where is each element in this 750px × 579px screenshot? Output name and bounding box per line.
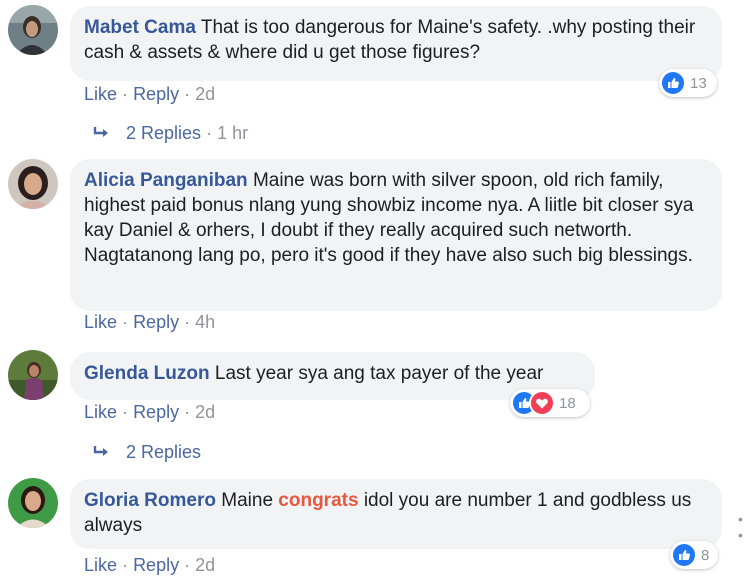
separator: ·: [184, 84, 191, 104]
view-replies-link[interactable]: 2 Replies · 1 hr: [92, 123, 248, 145]
thumbs-up-icon: [673, 544, 695, 566]
reply-link[interactable]: Reply: [133, 555, 179, 575]
avatar[interactable]: [8, 350, 58, 400]
reaction-summary[interactable]: 8: [670, 541, 718, 569]
comment-text: Last year sya ang tax payer of the year: [214, 363, 544, 384]
reply-arrow-icon: [92, 443, 112, 464]
avatar[interactable]: [8, 478, 58, 528]
separator: ·: [206, 123, 213, 143]
like-link[interactable]: Like: [84, 555, 117, 575]
separator: ·: [184, 402, 191, 422]
comment-text-start: Maine: [221, 490, 274, 511]
more-options-icon[interactable]: • •: [738, 511, 750, 543]
author-name[interactable]: Alicia Panganiban: [84, 170, 248, 191]
author-name[interactable]: Mabet Cama: [84, 17, 196, 38]
reaction-count: 18: [559, 394, 576, 412]
reply-link[interactable]: Reply: [133, 84, 179, 104]
view-replies-link[interactable]: 2 Replies: [92, 442, 201, 464]
like-link[interactable]: Like: [84, 402, 117, 422]
timestamp[interactable]: 2d: [195, 555, 215, 575]
like-link[interactable]: Like: [84, 84, 117, 104]
avatar[interactable]: [8, 5, 58, 55]
timestamp[interactable]: 2d: [195, 402, 215, 422]
replies-count: 2 Replies: [126, 123, 202, 143]
replies-time: 1 hr: [217, 123, 249, 143]
separator: ·: [122, 402, 129, 422]
reaction-count: 8: [701, 546, 710, 564]
reaction-count: 13: [690, 74, 707, 92]
avatar[interactable]: [8, 159, 58, 209]
reaction-summary[interactable]: 18: [510, 389, 590, 417]
reaction-summary[interactable]: 13: [659, 69, 717, 97]
reply-arrow-icon: [92, 124, 112, 145]
comment-bubble: Gloria Romero Maine congrats idol you ar…: [70, 479, 722, 549]
separator: ·: [122, 312, 129, 332]
separator: ·: [184, 312, 191, 332]
comment-actions: Like · Reply · 2d: [84, 555, 215, 576]
timestamp[interactable]: 2d: [195, 84, 215, 104]
separator: ·: [122, 555, 129, 575]
comment-actions: Like · Reply · 2d: [84, 402, 215, 423]
comment-bubble: Alicia Panganiban Maine was born with si…: [70, 159, 722, 311]
highlighted-word[interactable]: congrats: [278, 490, 358, 511]
replies-count: 2 Replies: [126, 442, 202, 462]
comment-actions: Like · Reply · 4h: [84, 312, 215, 333]
author-name[interactable]: Glenda Luzon: [84, 363, 210, 384]
reply-link[interactable]: Reply: [133, 312, 179, 332]
reply-link[interactable]: Reply: [133, 402, 179, 422]
separator: ·: [184, 555, 191, 575]
comment-actions: Like · Reply · 2d: [84, 84, 215, 105]
author-name[interactable]: Gloria Romero: [84, 490, 216, 511]
separator: ·: [122, 84, 129, 104]
heart-icon: [531, 392, 553, 414]
thumbs-up-icon: [662, 72, 684, 94]
comment-bubble: Mabet Cama That is too dangerous for Mai…: [70, 6, 722, 81]
like-link[interactable]: Like: [84, 312, 117, 332]
timestamp[interactable]: 4h: [195, 312, 215, 332]
